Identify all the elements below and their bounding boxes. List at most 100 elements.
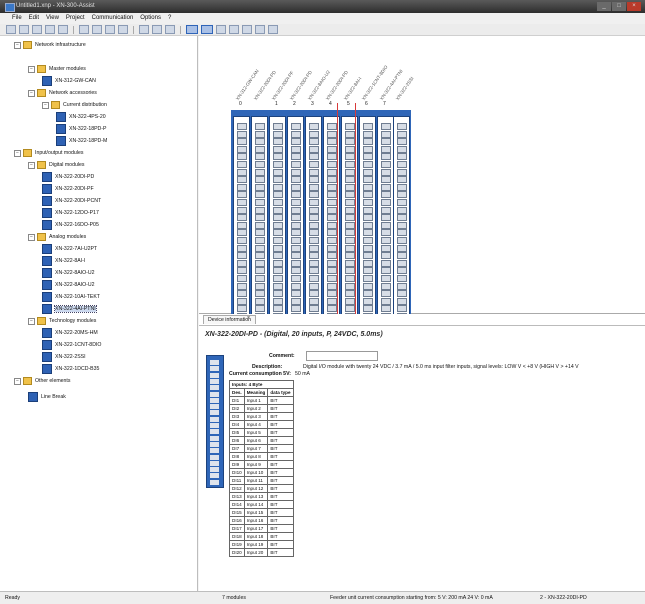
tree-item-module[interactable]: XN-322-7AI-U2PT bbox=[42, 244, 97, 254]
rack-slot[interactable] bbox=[287, 116, 304, 324]
tree-item-folder[interactable]: − Input/output modules bbox=[14, 148, 83, 158]
tree-item-folder[interactable]: − Other elements bbox=[14, 376, 70, 386]
tree-item-module[interactable]: XN-322-20MS-HM bbox=[42, 328, 98, 338]
tree-item-module[interactable]: XN-322-18PD-M bbox=[56, 136, 107, 146]
view-mode-icon[interactable] bbox=[186, 25, 198, 34]
tree-item-folder[interactable]: − Digital modules bbox=[28, 160, 84, 170]
copy-icon[interactable] bbox=[92, 25, 102, 34]
tree-item-folder[interactable]: − Network infrastructure bbox=[14, 40, 86, 50]
rack-slot[interactable] bbox=[269, 116, 286, 324]
tree-item-folder[interactable]: − Network accessories bbox=[28, 88, 97, 98]
view-mode-alt-icon[interactable] bbox=[201, 25, 213, 34]
collapse-icon[interactable]: − bbox=[28, 65, 35, 73]
tree-item-module[interactable]: XN-322-8AIO-U2 bbox=[42, 268, 95, 278]
upload-icon[interactable] bbox=[255, 25, 265, 34]
collapse-icon[interactable]: − bbox=[42, 101, 49, 109]
module-icon bbox=[42, 76, 52, 86]
configuration-canvas[interactable]: XN-312-GW-CAN XN-322-20DI-PD XN-322-20DI-P… bbox=[199, 36, 645, 328]
terminal-pin bbox=[381, 237, 391, 244]
terminal-pin bbox=[363, 237, 373, 244]
tree-item-module[interactable]: XN-322-8AIO-U2 bbox=[42, 280, 95, 290]
tree-item-module[interactable]: XN-312-GW-CAN bbox=[42, 76, 96, 86]
rack-slot[interactable] bbox=[251, 116, 268, 324]
download-icon[interactable] bbox=[242, 25, 252, 34]
tree-item-module[interactable]: XN-322-20DI-PD bbox=[42, 172, 94, 182]
help-icon[interactable] bbox=[268, 25, 278, 34]
terminal-pin bbox=[397, 252, 407, 260]
terminal-pin bbox=[345, 153, 355, 161]
tree-item-module[interactable]: XN-322-12DO-P17 bbox=[42, 208, 99, 218]
menu-help[interactable]: ? bbox=[168, 13, 171, 24]
paste-icon[interactable] bbox=[105, 25, 115, 34]
terminal-pin bbox=[210, 372, 219, 378]
terminal-pin bbox=[327, 244, 337, 252]
collapse-icon[interactable]: − bbox=[28, 89, 35, 97]
tree-item-folder[interactable]: − Current distribution bbox=[42, 100, 107, 110]
rack-slot[interactable] bbox=[233, 116, 250, 324]
folder-icon bbox=[23, 149, 32, 157]
menu-options[interactable]: Options bbox=[140, 13, 161, 24]
tree-item-module[interactable]: XN-322-1DCD-B35 bbox=[42, 364, 99, 374]
terminal-pin bbox=[397, 282, 407, 290]
tree-item-module[interactable]: XN-322-2SSI bbox=[42, 352, 86, 362]
preview-icon[interactable] bbox=[58, 25, 68, 34]
table-cell: BIT bbox=[267, 444, 294, 453]
zoom-in-icon[interactable] bbox=[139, 25, 149, 34]
close-icon[interactable]: × bbox=[627, 2, 641, 11]
tree-item-module[interactable]: XN-322-4PS-20 bbox=[56, 112, 106, 122]
terminal-pin bbox=[397, 153, 407, 161]
menu-communication[interactable]: Communication bbox=[92, 13, 134, 24]
tree-item-label: XN-322-20MS-HM bbox=[55, 330, 98, 336]
collapse-icon[interactable]: − bbox=[28, 317, 35, 325]
rack-slot[interactable] bbox=[377, 116, 394, 324]
tree-item-module[interactable]: XN-322-8AI-I bbox=[42, 256, 85, 266]
station-rack[interactable] bbox=[231, 110, 411, 326]
connect-icon[interactable] bbox=[216, 25, 226, 34]
tree-item-folder[interactable]: − Technology modules bbox=[28, 316, 96, 326]
menu-project[interactable]: Project bbox=[66, 13, 85, 24]
terminal-pin bbox=[397, 138, 407, 146]
tree-item-folder[interactable]: − Analog modules bbox=[28, 232, 86, 242]
terminal-pin bbox=[381, 191, 391, 199]
comment-field[interactable] bbox=[306, 351, 378, 361]
terminal-pin bbox=[255, 237, 265, 244]
tree-item-module[interactable]: XN-322-16DO-P05 bbox=[42, 220, 99, 230]
tree-item-folder[interactable]: − Master modules bbox=[28, 64, 86, 74]
tab-close-icon[interactable]: × bbox=[247, 315, 250, 321]
collapse-icon[interactable]: − bbox=[14, 41, 21, 49]
collapse-icon[interactable]: − bbox=[28, 233, 35, 241]
tree-item-line-break[interactable]: Line Break bbox=[28, 392, 66, 402]
folder-icon bbox=[23, 41, 32, 49]
print-icon[interactable] bbox=[45, 25, 55, 34]
cut-icon[interactable] bbox=[79, 25, 89, 34]
menu-edit[interactable]: Edit bbox=[29, 13, 39, 24]
slot-number: 4 bbox=[329, 101, 332, 107]
menu-file[interactable]: File bbox=[12, 13, 22, 24]
rack-slot[interactable] bbox=[393, 116, 410, 324]
stop-icon[interactable] bbox=[229, 25, 239, 34]
zoom-out-icon[interactable] bbox=[152, 25, 162, 34]
terminal-pin bbox=[210, 404, 219, 410]
collapse-icon[interactable]: − bbox=[14, 377, 21, 385]
save-icon[interactable] bbox=[32, 25, 42, 34]
tree-item-module[interactable]: XN-322-18PD-P bbox=[56, 124, 106, 134]
zoom-fit-icon[interactable] bbox=[165, 25, 175, 34]
open-icon[interactable] bbox=[19, 25, 29, 34]
maximize-icon[interactable]: □ bbox=[612, 2, 626, 11]
collapse-icon[interactable]: − bbox=[14, 149, 21, 157]
menu-view[interactable]: View bbox=[46, 13, 59, 24]
tree-item-module[interactable]: XN-322-10AI-TEKT bbox=[42, 292, 100, 302]
terminal-pin bbox=[397, 297, 407, 305]
comment-label: Comment: bbox=[269, 353, 295, 359]
rack-slot[interactable] bbox=[359, 116, 376, 324]
terminal-pin bbox=[291, 130, 301, 138]
rack-slot[interactable] bbox=[305, 116, 322, 324]
tree-item-module[interactable]: XN-322-4AI-PTNI bbox=[42, 304, 97, 314]
new-icon[interactable] bbox=[6, 25, 16, 34]
tree-item-module[interactable]: XN-322-20DI-PF bbox=[42, 184, 94, 194]
minimize-icon[interactable]: _ bbox=[597, 2, 611, 11]
collapse-icon[interactable]: − bbox=[28, 161, 35, 169]
tree-item-module[interactable]: XN-322-1CNT-8DIO bbox=[42, 340, 101, 350]
tree-item-module[interactable]: XN-322-20DI-PCNT bbox=[42, 196, 101, 206]
delete-icon[interactable] bbox=[118, 25, 128, 34]
